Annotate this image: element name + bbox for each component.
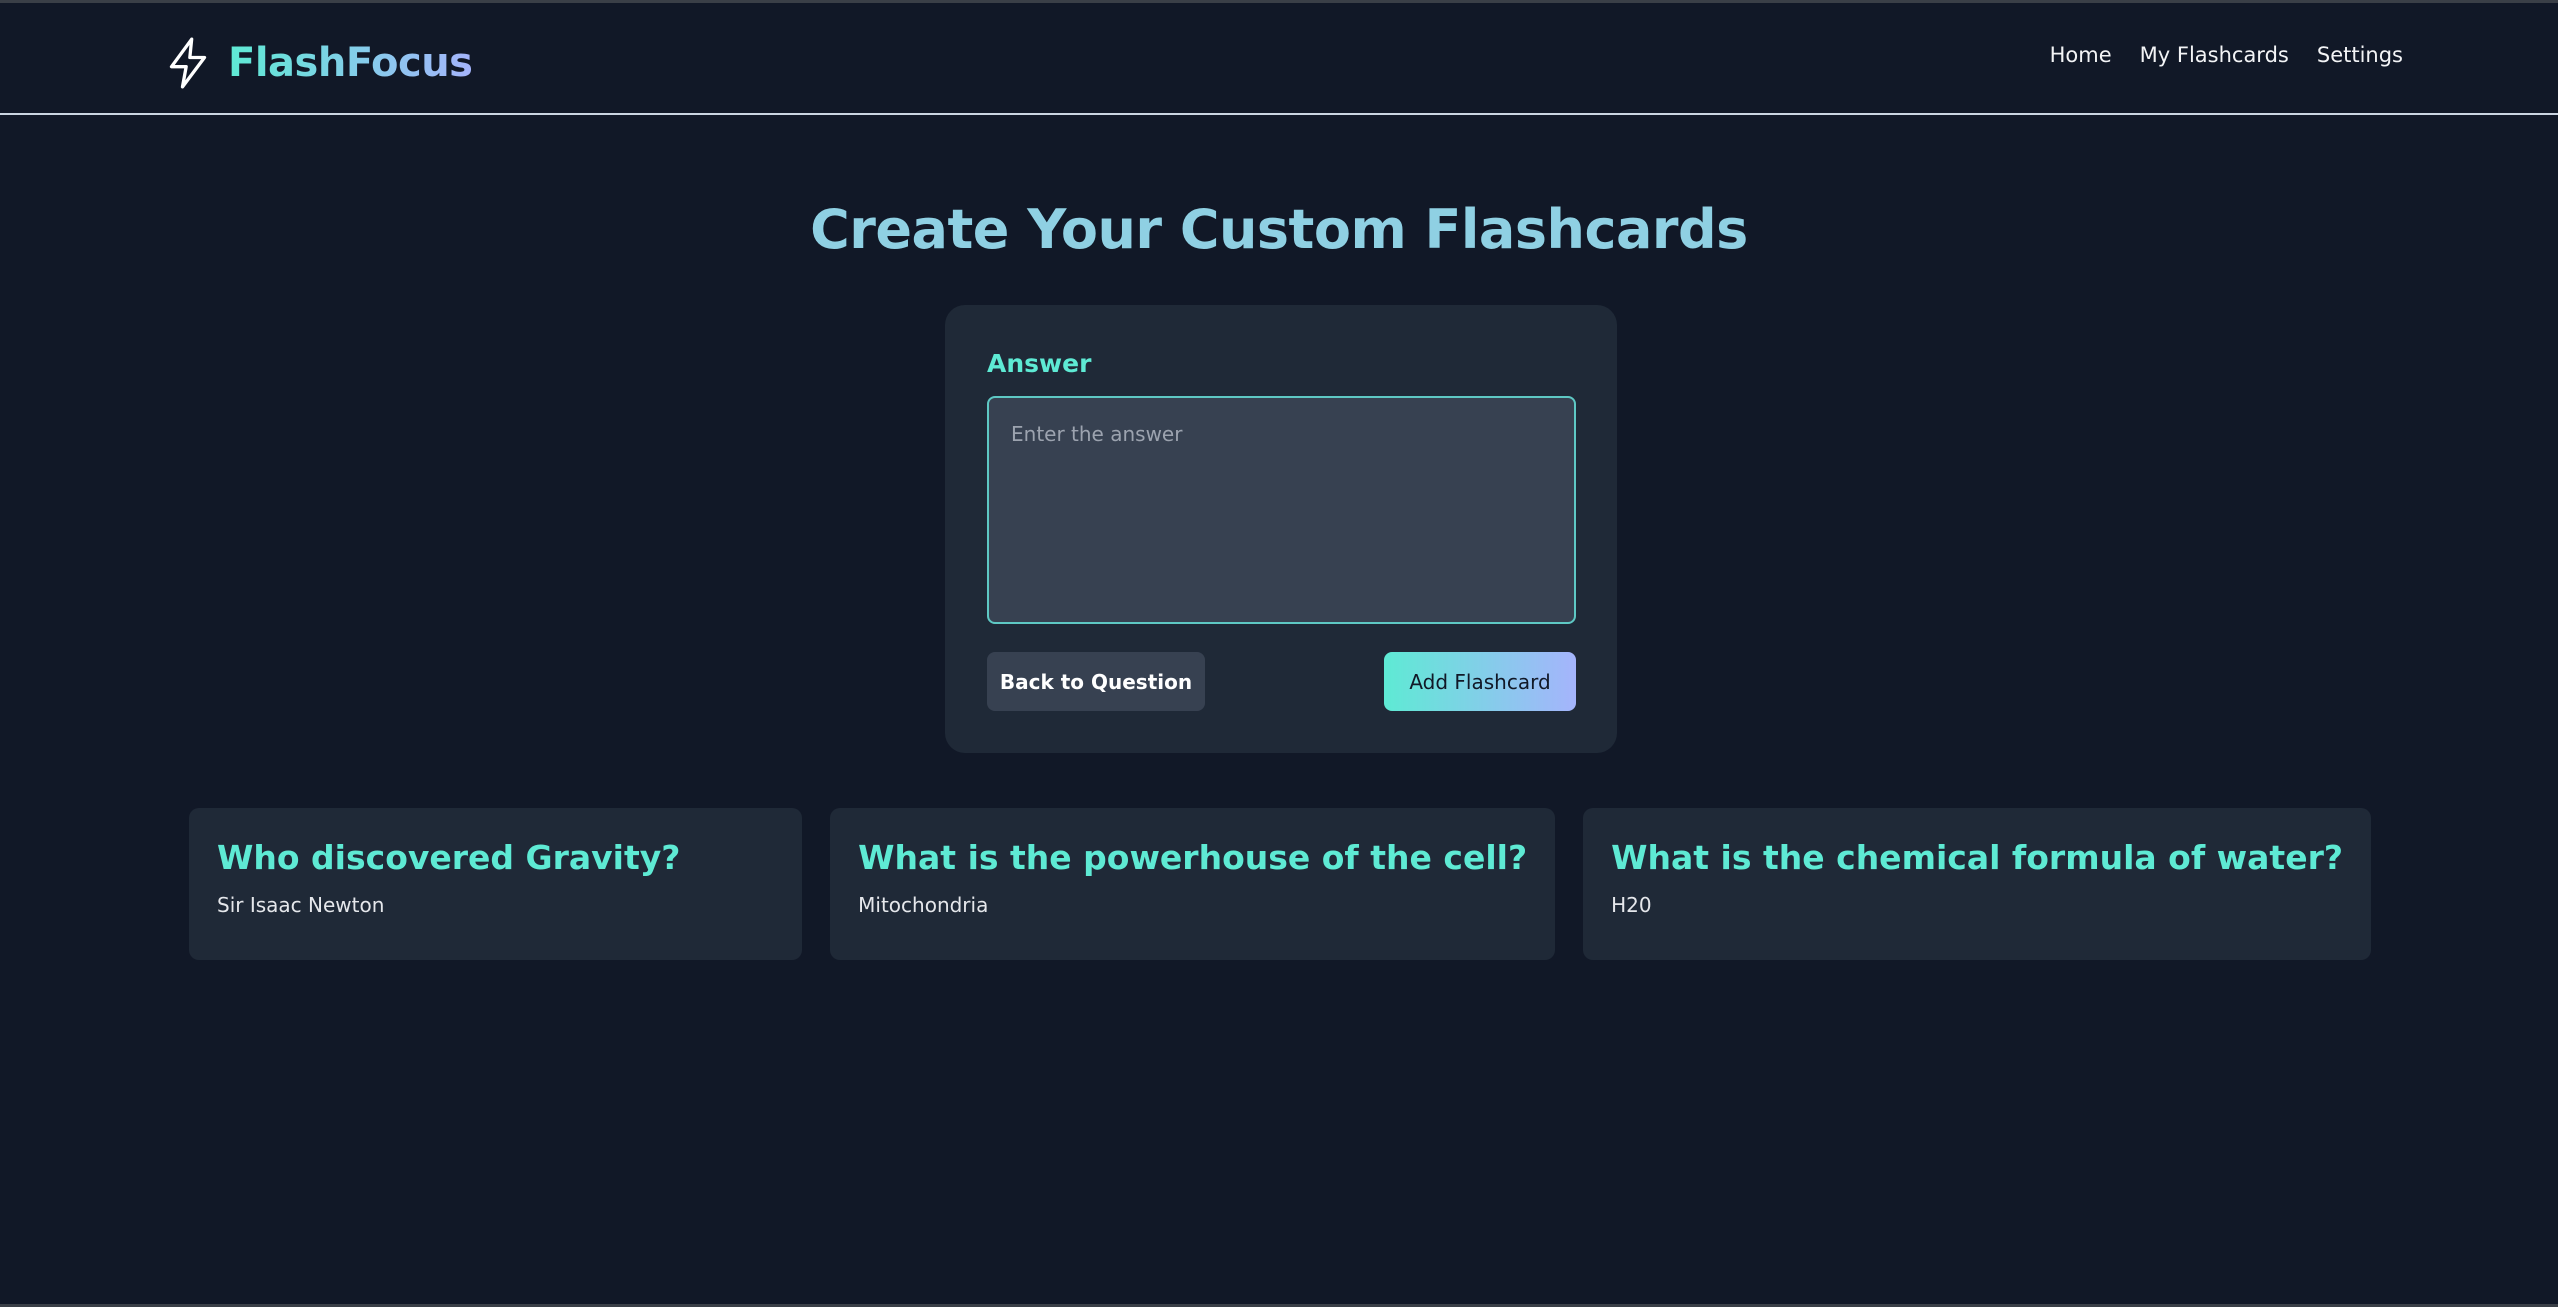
flashcard-answer: H20 bbox=[1611, 893, 1652, 917]
brand[interactable]: FlashFocus bbox=[166, 31, 473, 95]
main-nav: Home My Flashcards Settings bbox=[2050, 43, 2403, 67]
flashcard[interactable]: Who discovered Gravity? Sir Isaac Newton bbox=[189, 808, 803, 960]
flashcard-question: Who discovered Gravity? bbox=[217, 838, 681, 877]
flashcard[interactable]: What is the chemical formula of water? H… bbox=[1583, 808, 2371, 960]
lightning-bolt-icon bbox=[166, 37, 210, 89]
flashcard-answer: Sir Isaac Newton bbox=[217, 893, 385, 917]
nav-my-flashcards[interactable]: My Flashcards bbox=[2140, 43, 2289, 67]
nav-settings[interactable]: Settings bbox=[2317, 43, 2403, 67]
flashcard-answer: Mitochondria bbox=[858, 893, 989, 917]
add-flashcard-button[interactable]: Add Flashcard bbox=[1384, 652, 1576, 711]
answer-label: Answer bbox=[987, 349, 1092, 378]
flashcard-form: Answer Back to Question Add Flashcard bbox=[945, 305, 1617, 753]
flashcard-list: Who discovered Gravity? Sir Isaac Newton… bbox=[189, 808, 2371, 960]
app-header: FlashFocus Home My Flashcards Settings bbox=[0, 3, 2558, 115]
back-to-question-button[interactable]: Back to Question bbox=[987, 652, 1205, 711]
answer-input[interactable] bbox=[987, 396, 1576, 624]
page-title: Create Your Custom Flashcards bbox=[810, 198, 1748, 261]
brand-name: FlashFocus bbox=[228, 40, 473, 86]
flashcard[interactable]: What is the powerhouse of the cell? Mito… bbox=[830, 808, 1556, 960]
flashcard-question: What is the powerhouse of the cell? bbox=[858, 838, 1528, 877]
nav-home[interactable]: Home bbox=[2050, 43, 2112, 67]
flashcard-question: What is the chemical formula of water? bbox=[1611, 838, 2343, 877]
